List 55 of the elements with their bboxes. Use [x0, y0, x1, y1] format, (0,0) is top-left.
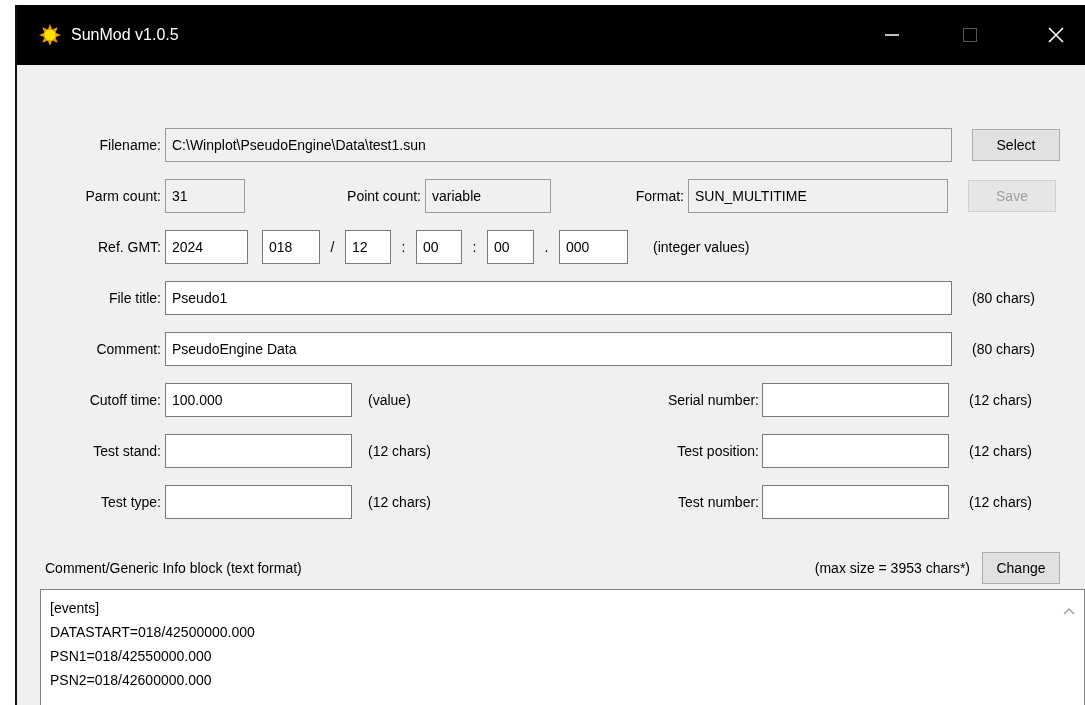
comment-label: Comment:: [95, 341, 161, 357]
ref-gmt-label: Ref. GMT:: [97, 239, 161, 255]
separator: /: [329, 239, 336, 255]
text-field[interactable]: [165, 434, 352, 468]
hint-text: (integer values): [653, 239, 750, 255]
text-field[interactable]: [762, 434, 949, 468]
format-field[interactable]: SUN_MULTITIME: [688, 179, 948, 213]
field-label: Test type:: [100, 494, 161, 510]
hint-text: (value): [368, 392, 412, 408]
field-label: Test number:: [677, 494, 760, 510]
field-label: Serial number:: [666, 392, 760, 408]
file-title-label: File title:: [107, 290, 161, 306]
time-field[interactable]: 018: [262, 230, 320, 264]
sun-icon: [39, 24, 61, 46]
time-field[interactable]: 00: [487, 230, 534, 264]
time-field[interactable]: 000: [559, 230, 628, 264]
scroll-up-icon[interactable]: [1063, 606, 1075, 616]
file-title-field[interactable]: Pseudo1: [165, 281, 952, 315]
point-count-field[interactable]: variable: [425, 179, 551, 213]
window-title: SunMod v1.0.5: [71, 26, 180, 44]
field-label: Cutoff time:: [88, 392, 161, 408]
field-label: Test stand:: [92, 443, 161, 459]
close-icon[interactable]: [1047, 26, 1065, 44]
maximize-icon[interactable]: [961, 26, 979, 44]
size-limit-text: (max size = 3953 chars*): [814, 560, 970, 576]
point-count-label: Point count:: [346, 188, 422, 204]
text-field[interactable]: [762, 485, 949, 519]
change-button[interactable]: Change: [982, 552, 1060, 584]
hint-text: (80 chars): [972, 290, 1036, 306]
filename-field[interactable]: C:\Winplot\PseudoEngine\Data\test1.sun: [165, 128, 952, 162]
time-field[interactable]: 2024: [165, 230, 248, 264]
select-button[interactable]: Select: [972, 129, 1060, 161]
hint-text: (80 chars): [972, 341, 1036, 357]
format-label: Format:: [634, 188, 685, 204]
info-text-area[interactable]: [events] DATASTART=018/42500000.000 PSN1=018/42550000.000 PSN2=018/42600000.000: [40, 589, 1085, 705]
info-text: [events] DATASTART=018/42500000.000 PSN1=018/42550000.000 PSN2=018/42600000.000: [49, 599, 256, 690]
hint-text: (12 chars): [969, 443, 1033, 459]
hint-text: (12 chars): [368, 494, 433, 510]
time-field[interactable]: 12: [345, 230, 391, 264]
parm-count-field[interactable]: 31: [165, 179, 245, 213]
parm-count-label: Parm count:: [84, 188, 161, 204]
separator: :: [400, 239, 407, 255]
time-field[interactable]: 00: [416, 230, 462, 264]
text-field[interactable]: [165, 485, 352, 519]
comment-field[interactable]: PseudoEngine Data: [165, 332, 952, 366]
info-block-label: Comment/Generic Info block (text format): [45, 560, 303, 576]
hint-text: (12 chars): [969, 494, 1033, 510]
hint-text: (12 chars): [969, 392, 1033, 408]
text-field[interactable]: [762, 383, 949, 417]
separator: :: [471, 239, 478, 255]
field-label: Test position:: [676, 443, 760, 459]
hint-text: (12 chars): [368, 443, 433, 459]
filename-label: Filename:: [98, 137, 161, 153]
separator: .: [543, 239, 550, 255]
text-field[interactable]: 100.000: [165, 383, 352, 417]
